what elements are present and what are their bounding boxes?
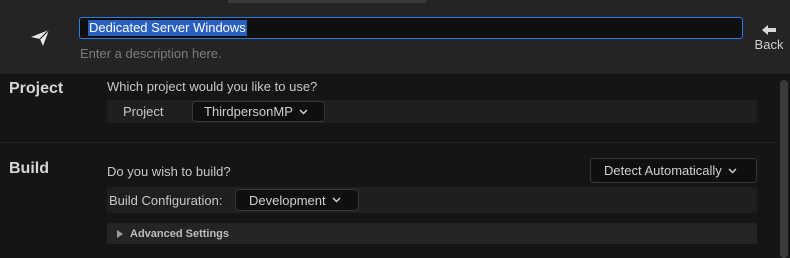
arrow-left-icon bbox=[762, 25, 776, 35]
build-mode-dropdown[interactable]: Detect Automatically bbox=[590, 158, 757, 183]
project-field-label: Project bbox=[123, 104, 164, 119]
chevron-down-icon bbox=[299, 108, 308, 115]
profile-header: Dedicated Server Windows Enter a descrip… bbox=[0, 0, 790, 74]
description-field[interactable]: Enter a description here. bbox=[80, 46, 222, 61]
build-mode-value: Detect Automatically bbox=[604, 163, 722, 178]
project-dropdown[interactable]: ThirdpersonMP bbox=[192, 101, 325, 122]
chevron-down-icon bbox=[728, 167, 737, 174]
build-config-label: Build Configuration: bbox=[109, 193, 223, 208]
back-button[interactable]: Back bbox=[750, 24, 788, 58]
profile-name-input[interactable]: Dedicated Server Windows bbox=[79, 17, 743, 39]
chevron-down-icon bbox=[332, 197, 341, 203]
vertical-scrollbar[interactable] bbox=[780, 80, 788, 258]
build-config-row: Build Configuration: Development bbox=[107, 187, 757, 213]
section-divider bbox=[0, 142, 775, 143]
section-title-project: Project bbox=[9, 80, 64, 97]
project-dropdown-value: ThirdpersonMP bbox=[204, 104, 293, 119]
profile-name-value: Dedicated Server Windows bbox=[88, 20, 247, 36]
header-top-line bbox=[228, 0, 426, 3]
project-question: Which project would you like to use? bbox=[107, 79, 318, 94]
expand-arrow-icon bbox=[117, 229, 123, 238]
build-config-dropdown[interactable]: Development bbox=[235, 189, 359, 211]
advanced-settings-label: Advanced Settings bbox=[130, 227, 230, 240]
build-question: Do you wish to build? bbox=[107, 164, 231, 179]
project-row: Project ThirdpersonMP bbox=[107, 100, 757, 123]
custom-launch-profile-panel: Dedicated Server Windows Enter a descrip… bbox=[0, 0, 790, 258]
build-config-value: Development bbox=[249, 192, 326, 208]
section-title-build: Build bbox=[9, 160, 49, 177]
advanced-settings-expander[interactable]: Advanced Settings bbox=[107, 223, 757, 244]
back-label: Back bbox=[754, 37, 784, 52]
paper-plane-icon bbox=[31, 29, 50, 46]
